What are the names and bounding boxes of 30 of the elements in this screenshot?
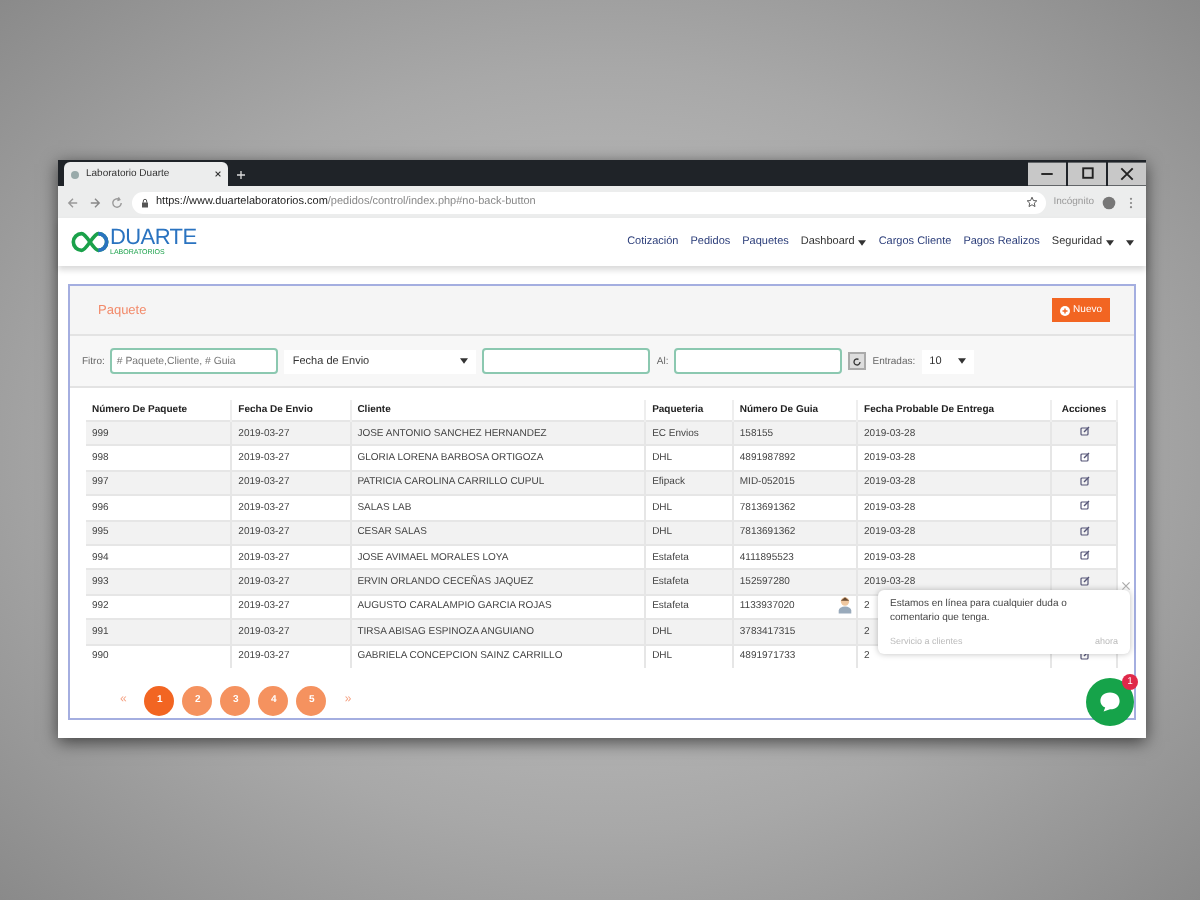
plus-icon — [1059, 305, 1070, 315]
edit-icon[interactable] — [1079, 475, 1089, 486]
star-icon[interactable] — [1025, 196, 1038, 208]
incognito-icon[interactable] — [1102, 195, 1116, 209]
close-icon[interactable] — [1108, 161, 1146, 185]
edit-icon[interactable] — [1079, 575, 1089, 586]
restore-icon[interactable] — [1068, 161, 1106, 185]
caret-icon — [957, 358, 966, 364]
new-tab-icon[interactable] — [236, 170, 246, 180]
refresh-icon — [852, 356, 863, 368]
globe-icon — [70, 169, 80, 179]
brand-name: DUARTE — [110, 227, 197, 250]
caret-icon[interactable] — [1126, 239, 1134, 245]
close-icon[interactable] — [214, 170, 222, 178]
logo-icon[interactable] — [70, 230, 110, 254]
edit-icon[interactable] — [1079, 500, 1089, 511]
date-from-field[interactable] — [482, 348, 651, 374]
edit-icon[interactable] — [1079, 426, 1089, 437]
lock-icon — [140, 197, 150, 207]
refresh-button[interactable] — [848, 352, 867, 370]
caret-icon — [858, 239, 867, 245]
edit-icon[interactable] — [1079, 451, 1089, 462]
edit-icon[interactable] — [1079, 525, 1089, 536]
caret-icon — [1106, 239, 1114, 245]
agent-avatar-icon — [838, 596, 852, 614]
date-to-field[interactable] — [674, 348, 843, 374]
edit-icon[interactable] — [1079, 550, 1089, 561]
forward-icon[interactable] — [88, 195, 102, 209]
minimize-icon[interactable] — [1028, 161, 1066, 185]
caret-icon — [460, 358, 469, 364]
